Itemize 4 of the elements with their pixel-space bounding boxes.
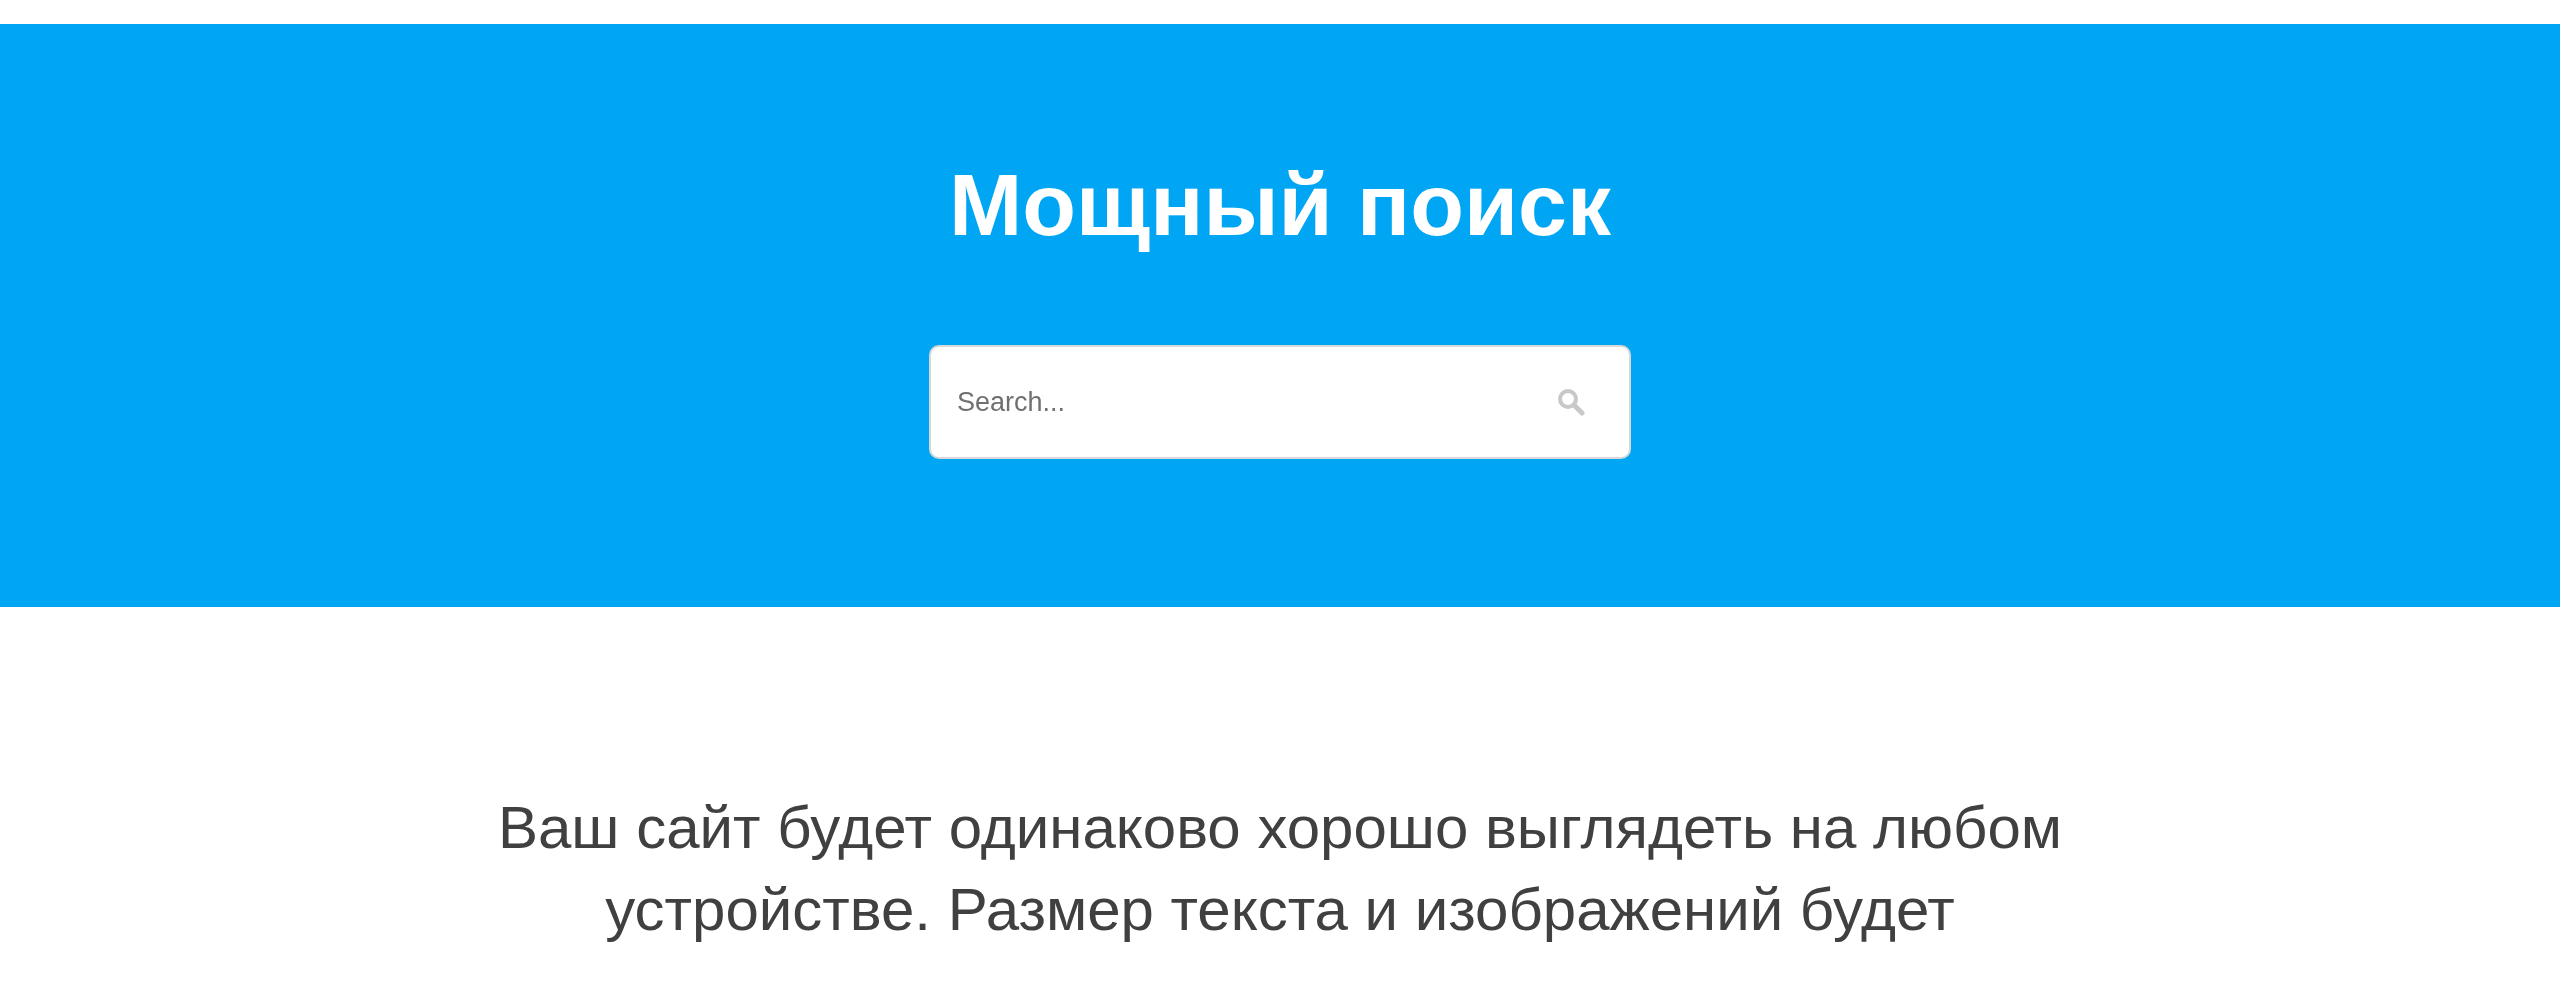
hero-title: Мощный поиск (948, 154, 1612, 256)
search-icon[interactable] (1557, 388, 1585, 416)
search-field[interactable]: Search... (929, 345, 1631, 459)
intro-paragraph: Ваш сайт будет одинаково хорошо выглядеть на любом устройстве. Размер текста и изображений будет (496, 793, 2064, 945)
